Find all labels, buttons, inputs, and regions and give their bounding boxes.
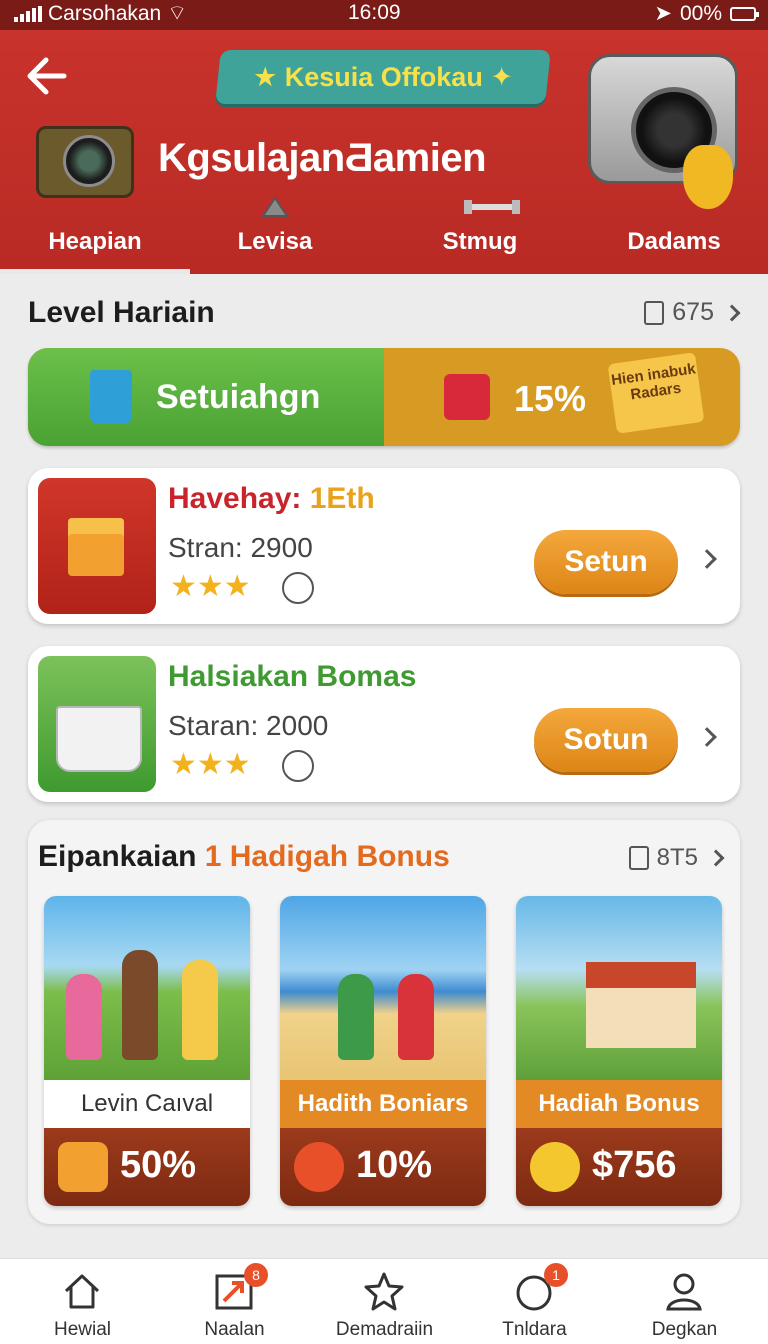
- level-count-link[interactable]: 675: [644, 298, 741, 327]
- tile-reward: 50%: [44, 1128, 250, 1206]
- home-icon: [62, 1271, 102, 1311]
- mascot-icon: [282, 750, 314, 782]
- bonus-count-link[interactable]: 8T5: [628, 844, 725, 872]
- profile-icon: [664, 1271, 704, 1311]
- tab-heapian[interactable]: Heapian: [0, 190, 190, 274]
- sticky-note: Hien inabuk Radars: [607, 352, 705, 434]
- bonus-section-title: Eipankaian 1 Hadigah Bonus: [38, 840, 450, 873]
- tile-reward: $756: [516, 1128, 722, 1206]
- basket-thumbnail: [38, 656, 156, 792]
- chevron-right-icon: [723, 304, 741, 321]
- beach-illustration: [280, 896, 486, 1080]
- tab-label: Dadams: [627, 228, 721, 255]
- offer-title: Havehay: 1Eth: [168, 482, 375, 515]
- battery-percent: 00%: [679, 1, 722, 25]
- chevron-right-icon[interactable]: [697, 727, 717, 747]
- bonus-count: 8T5: [656, 844, 698, 871]
- nav-item-hewial[interactable]: Hewial: [6, 1259, 159, 1344]
- shopping-bag-icon: [90, 370, 132, 424]
- carrier-name: Carsohakan: [48, 2, 162, 25]
- bonus-tile[interactable]: Hadith Boniars 10%: [280, 896, 486, 1206]
- page-title: KgsulajanƋamien: [158, 136, 487, 180]
- offer-stat: Stran: 2900: [168, 532, 313, 563]
- nav-item-degkan[interactable]: Degkan: [608, 1259, 761, 1344]
- claim-button[interactable]: Setun: [534, 530, 678, 594]
- progress-percent: 15%: [514, 378, 587, 419]
- star-icon: [364, 1271, 404, 1311]
- signal-icon: [14, 6, 42, 22]
- house-illustration: [516, 896, 722, 1080]
- sun-icon: [530, 1142, 580, 1192]
- notification-badge: 1: [544, 1263, 568, 1287]
- dumbbell-icon: [460, 196, 520, 218]
- gift-icon: [58, 1142, 108, 1192]
- tab-bar: Heapian Levisa Stmug Dadams: [0, 190, 768, 274]
- offer-card[interactable]: Halsiakan Bomas Staran: 2000 ★★★ Sotun: [28, 646, 740, 802]
- tile-reward: 10%: [280, 1128, 486, 1206]
- level-section-title: Level Hariain: [28, 296, 215, 329]
- nav-item-naalan[interactable]: 8 Naalan: [158, 1259, 311, 1344]
- tile-caption: Levin Caıval: [44, 1080, 250, 1128]
- triangle-icon: [255, 196, 295, 218]
- document-icon: [644, 300, 665, 325]
- bottom-navigation: Hewial 8 Naalan Demadraiin 1 Tnldara Deg…: [0, 1258, 768, 1344]
- tile-caption: Hadith Boniars: [280, 1080, 486, 1128]
- star-rating: ★★★: [170, 570, 251, 603]
- wifi-icon: ⌔: [167, 2, 187, 25]
- notification-badge: 8: [244, 1263, 268, 1287]
- tab-label: Levisa: [237, 228, 313, 255]
- camera-illustration: [588, 54, 738, 209]
- reward-value: 50%: [120, 1144, 197, 1186]
- back-arrow-icon[interactable]: [24, 54, 72, 102]
- star-rating: ★★★: [170, 748, 251, 781]
- event-banner-label: ★ Kesuia Offokau ✦: [253, 61, 513, 92]
- reward-value: $756: [592, 1144, 677, 1186]
- offer-stat: Staran: 2000: [168, 710, 329, 741]
- app-header: ★ Kesuia Offokau ✦ KgsulajanƋamien Heapi…: [0, 30, 768, 274]
- status-time: 16:09: [348, 1, 401, 24]
- tab-label: Stmug: [442, 228, 518, 255]
- progress-label: Setuiahgn: [156, 378, 321, 416]
- tab-dadams[interactable]: Dadams: [580, 190, 768, 274]
- chevron-right-icon[interactable]: [697, 549, 717, 569]
- level-progress-bar[interactable]: Setuiahgn 15% Hien inabuk Radars: [28, 348, 740, 446]
- event-banner[interactable]: ★ Kesuia Offokau ✦: [215, 50, 551, 104]
- nav-item-demadraiin[interactable]: Demadraiin: [308, 1259, 461, 1344]
- tab-levisa[interactable]: Levisa: [190, 190, 360, 274]
- document-icon: [628, 846, 649, 870]
- bonus-tile[interactable]: Hadiah Bonus $756: [516, 896, 722, 1206]
- mascot-icon: [282, 572, 314, 604]
- offer-card[interactable]: Havehay: 1Eth Stran: 2900 ★★★ Setun: [28, 468, 740, 624]
- nav-item-tnldara[interactable]: 1 Tnldara: [458, 1259, 611, 1344]
- level-count: 675: [672, 298, 714, 326]
- smiley-icon: [294, 1142, 344, 1192]
- status-bar: Carsohakan ⌔ 16:09 ➤ 00%: [0, 0, 768, 30]
- battery-icon: [730, 6, 759, 21]
- park-illustration: [44, 896, 250, 1080]
- gift-thumbnail: [38, 478, 156, 614]
- tab-label: Heapian: [48, 228, 142, 255]
- bonus-tile[interactable]: Levin Caıval 50%: [44, 896, 250, 1206]
- offer-title: Halsiakan Bomas: [168, 660, 417, 693]
- bonus-section: Eipankaian 1 Hadigah Bonus 8T5 Levin Caı…: [28, 820, 740, 1224]
- location-icon: ➤: [654, 2, 672, 25]
- gift-box-icon: [444, 374, 490, 420]
- claim-button[interactable]: Sotun: [534, 708, 678, 772]
- tile-caption: Hadiah Bonus: [516, 1080, 722, 1128]
- tab-stmug[interactable]: Stmug: [380, 190, 580, 274]
- camera-icon: [36, 126, 134, 198]
- chevron-right-icon: [707, 849, 725, 867]
- reward-value: 10%: [356, 1144, 433, 1186]
